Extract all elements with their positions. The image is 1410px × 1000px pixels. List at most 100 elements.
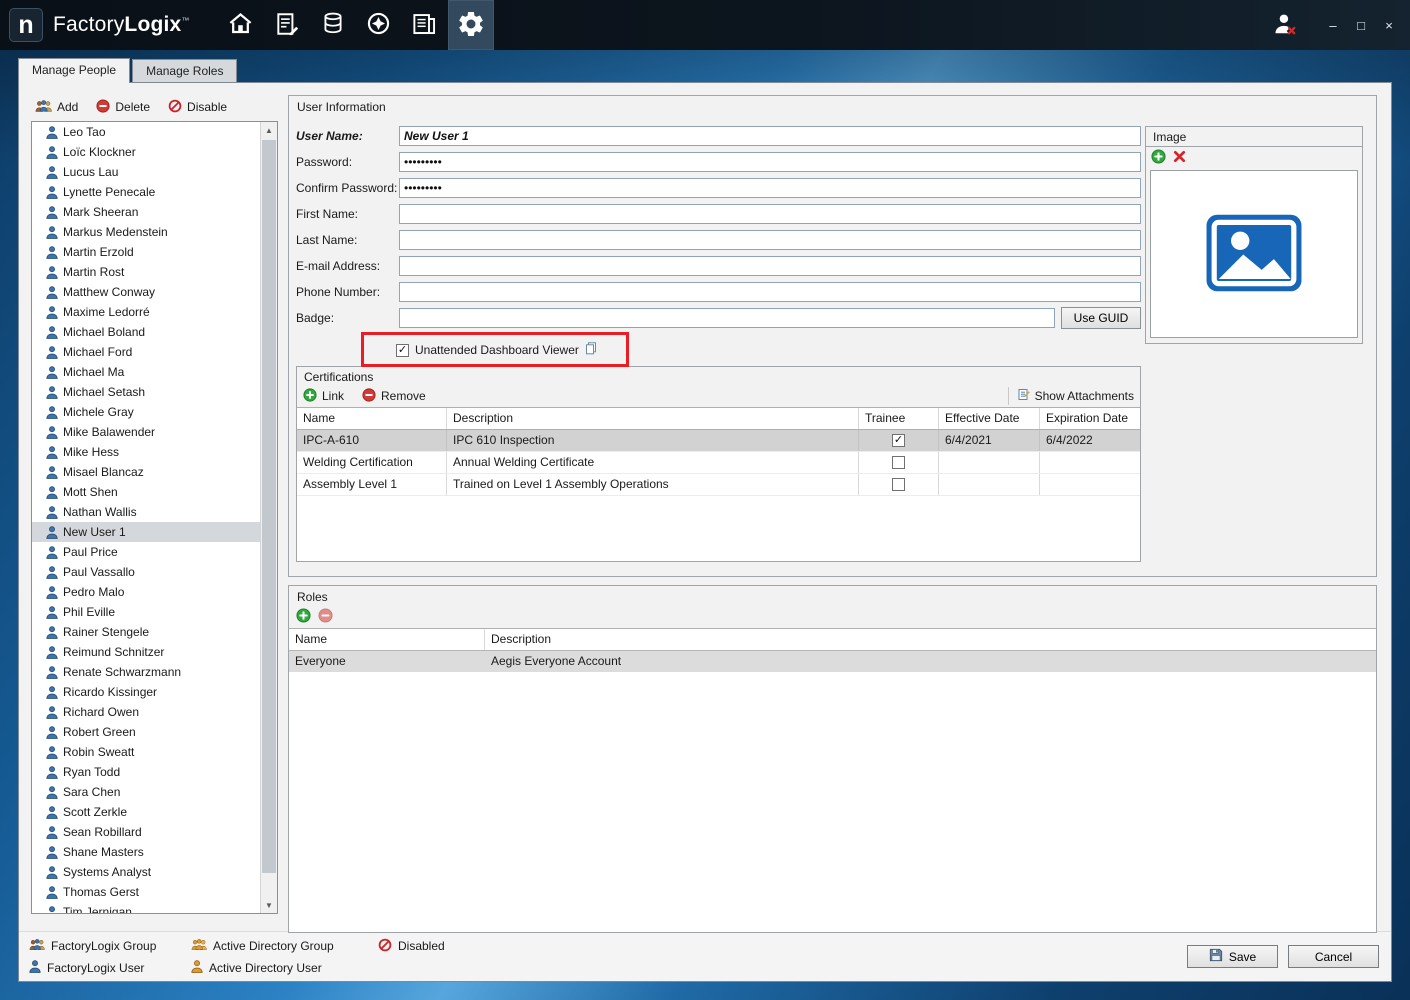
list-item[interactable]: Shane Masters xyxy=(32,842,260,862)
minimize-button[interactable]: – xyxy=(1322,14,1344,36)
list-item[interactable]: Matthew Conway xyxy=(32,282,260,302)
column-header[interactable]: Expiration Date xyxy=(1040,408,1140,429)
trainee-checkbox[interactable] xyxy=(892,456,905,469)
list-item[interactable]: Mike Balawender xyxy=(32,422,260,442)
list-item[interactable]: Michael Boland xyxy=(32,322,260,342)
trainee-checkbox[interactable] xyxy=(892,478,905,491)
list-item[interactable]: Michael Setash xyxy=(32,382,260,402)
column-header[interactable]: Description xyxy=(485,629,1376,650)
last-name-input[interactable] xyxy=(399,230,1141,250)
add-image-icon[interactable] xyxy=(1151,149,1166,167)
list-item[interactable]: Lynette Penecale xyxy=(32,182,260,202)
column-header[interactable]: Effective Date xyxy=(939,408,1040,429)
column-header[interactable]: Description xyxy=(447,408,859,429)
list-item[interactable]: Nathan Wallis xyxy=(32,502,260,522)
home-nav-button[interactable] xyxy=(218,0,264,50)
list-item[interactable]: Ryan Todd xyxy=(32,762,260,782)
tab-manage-people[interactable]: Manage People xyxy=(18,58,130,83)
remove-image-icon[interactable] xyxy=(1173,150,1186,166)
list-item[interactable]: Thomas Gerst xyxy=(32,882,260,902)
documents-nav-button[interactable] xyxy=(402,0,448,50)
user-name-input[interactable] xyxy=(399,126,1141,146)
list-item[interactable]: Mike Hess xyxy=(32,442,260,462)
list-item[interactable]: Sara Chen xyxy=(32,782,260,802)
list-item[interactable]: Scott Zerkle xyxy=(32,802,260,822)
list-item[interactable]: Phil Eville xyxy=(32,602,260,622)
column-header[interactable]: Trainee xyxy=(859,408,939,429)
list-item[interactable]: Michael Ford xyxy=(32,342,260,362)
maximize-button[interactable]: □ xyxy=(1350,14,1372,36)
list-item[interactable]: New User 1 xyxy=(32,522,260,542)
cert-expiration-date-cell xyxy=(1040,452,1140,473)
disable-person-button[interactable]: Disable xyxy=(168,99,227,116)
scroll-down-arrow-icon[interactable]: ▼ xyxy=(261,897,277,913)
delete-person-button[interactable]: Delete xyxy=(96,99,150,116)
list-item[interactable]: Systems Analyst xyxy=(32,862,260,882)
first-name-input[interactable] xyxy=(399,204,1141,224)
list-item[interactable]: Paul Price xyxy=(32,542,260,562)
list-item[interactable]: Sean Robillard xyxy=(32,822,260,842)
copy-icon[interactable] xyxy=(585,342,597,358)
table-row[interactable]: Welding CertificationAnnual Welding Cert… xyxy=(297,452,1140,474)
title-bar: n FactoryLogix™ xyxy=(0,0,1410,50)
person-icon xyxy=(46,606,58,619)
add-role-icon[interactable] xyxy=(296,608,311,626)
password-input[interactable] xyxy=(399,152,1141,172)
add-person-button[interactable]: Add xyxy=(35,99,78,116)
list-item[interactable]: Maxime Ledorré xyxy=(32,302,260,322)
list-item[interactable]: Robin Sweatt xyxy=(32,742,260,762)
save-button[interactable]: Save xyxy=(1187,945,1278,968)
table-row[interactable]: EveryoneAegis Everyone Account xyxy=(289,651,1376,672)
list-item[interactable]: Paul Vassallo xyxy=(32,562,260,582)
list-item[interactable]: Tim Jernigan xyxy=(32,902,260,913)
image-placeholder[interactable] xyxy=(1150,170,1358,338)
tracking-nav-button[interactable] xyxy=(356,0,402,50)
list-item[interactable]: Martin Erzold xyxy=(32,242,260,262)
list-item[interactable]: Misael Blancaz xyxy=(32,462,260,482)
cancel-button[interactable]: Cancel xyxy=(1288,945,1379,968)
data-nav-button[interactable] xyxy=(310,0,356,50)
remove-role-icon[interactable] xyxy=(318,608,333,626)
list-item[interactable]: Michele Gray xyxy=(32,402,260,422)
phone-input[interactable] xyxy=(399,282,1141,302)
table-row[interactable]: IPC-A-610IPC 610 Inspection✓6/4/20216/4/… xyxy=(297,430,1140,452)
person-icon xyxy=(46,346,58,359)
list-item[interactable]: Michael Ma xyxy=(32,362,260,382)
list-item[interactable]: Reimund Schnitzer xyxy=(32,642,260,662)
column-header[interactable]: Name xyxy=(297,408,447,429)
production-nav-button[interactable] xyxy=(264,0,310,50)
email-input[interactable] xyxy=(399,256,1141,276)
unattended-dashboard-checkbox[interactable]: ✓ xyxy=(396,344,409,357)
badge-input[interactable] xyxy=(399,308,1055,328)
remove-certification-button[interactable]: Remove xyxy=(362,388,426,405)
link-certification-button[interactable]: Link xyxy=(303,388,344,405)
people-scrollbar[interactable]: ▲ ▼ xyxy=(260,122,277,913)
list-item[interactable]: Robert Green xyxy=(32,722,260,742)
list-item[interactable]: Loïc Klockner xyxy=(32,142,260,162)
logout-user-button[interactable] xyxy=(1268,8,1302,42)
list-item[interactable]: Rainer Stengele xyxy=(32,622,260,642)
confirm-password-input[interactable] xyxy=(399,178,1141,198)
form-edit-icon xyxy=(274,11,300,40)
list-item[interactable]: Leo Tao xyxy=(32,122,260,142)
trainee-checkbox[interactable]: ✓ xyxy=(892,434,905,447)
list-item[interactable]: Pedro Malo xyxy=(32,582,260,602)
list-item[interactable]: Renate Schwarzmann xyxy=(32,662,260,682)
list-item[interactable]: Lucus Lau xyxy=(32,162,260,182)
settings-nav-button[interactable] xyxy=(448,0,494,50)
list-item[interactable]: Mott Shen xyxy=(32,482,260,502)
person-name: Tim Jernigan xyxy=(63,905,132,913)
list-item[interactable]: Ricardo Kissinger xyxy=(32,682,260,702)
show-attachments-button[interactable]: Show Attachments xyxy=(1008,387,1134,405)
table-row[interactable]: Assembly Level 1Trained on Level 1 Assem… xyxy=(297,474,1140,496)
list-item[interactable]: Markus Medenstein xyxy=(32,222,260,242)
use-guid-button[interactable]: Use GUID xyxy=(1061,307,1141,329)
tab-manage-roles[interactable]: Manage Roles xyxy=(132,59,237,82)
list-item[interactable]: Martin Rost xyxy=(32,262,260,282)
list-item[interactable]: Mark Sheeran xyxy=(32,202,260,222)
scrollbar-thumb[interactable] xyxy=(262,140,276,873)
list-item[interactable]: Richard Owen xyxy=(32,702,260,722)
close-button[interactable]: × xyxy=(1378,14,1400,36)
column-header[interactable]: Name xyxy=(289,629,485,650)
scroll-up-arrow-icon[interactable]: ▲ xyxy=(261,122,277,138)
